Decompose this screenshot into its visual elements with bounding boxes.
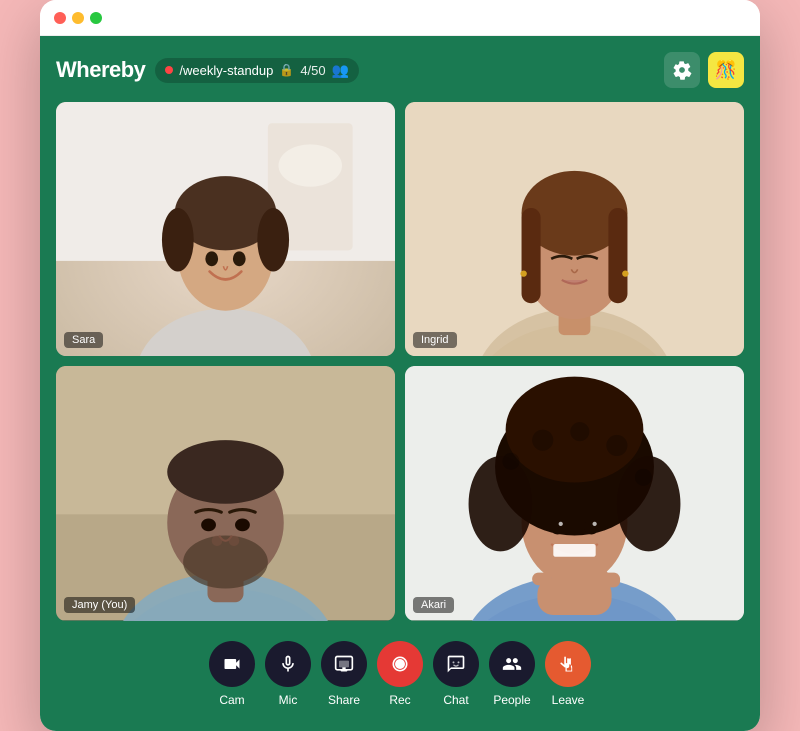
rec-button[interactable]: Rec [377,641,423,707]
leave-icon [558,654,578,674]
rec-icon-bg [377,641,423,687]
chat-label: Chat [443,693,468,707]
mic-label: Mic [279,693,298,707]
minimize-button[interactable] [72,12,84,24]
room-info: /weekly-standup 🔒 4/50 👥 [155,58,359,83]
sara-video [56,102,395,356]
video-tile-jamy: Jamy (You) [56,366,395,620]
jamy-video [56,366,395,620]
video-tile-ingrid: Ingrid [405,102,744,356]
people-count-icon: 👥 [332,62,349,79]
people-icon-bg [489,641,535,687]
participant-label-akari: Akari [413,597,454,613]
leave-label: Leave [552,693,585,707]
share-icon-bg [321,641,367,687]
header-left: Whereby /weekly-standup 🔒 4/50 👥 [56,57,359,83]
akari-video [405,366,744,620]
lock-icon: 🔒 [279,63,294,77]
participant-label-sara: Sara [64,332,103,348]
participant-label-jamy: Jamy (You) [64,597,135,613]
video-tile-sara: Sara [56,102,395,356]
avatar-emoji: 🎊 [715,60,737,81]
people-icon [502,654,522,674]
cam-button[interactable]: Cam [209,641,255,707]
video-grid: Sara [56,102,744,621]
live-indicator [165,66,173,74]
ingrid-video [405,102,744,356]
controls-bar: Cam Mic [56,637,744,715]
share-icon [334,654,354,674]
title-bar [40,0,760,36]
avatar-button[interactable]: 🎊 [708,52,744,88]
chat-icon [446,654,466,674]
logo: Whereby [56,57,145,83]
chat-icon-bg [433,641,479,687]
app-window: Whereby /weekly-standup 🔒 4/50 👥 🎊 [40,0,760,731]
maximize-button[interactable] [90,12,102,24]
traffic-lights [54,12,102,24]
mic-icon [278,654,298,674]
app-content: Whereby /weekly-standup 🔒 4/50 👥 🎊 [40,36,760,731]
leave-icon-bg [545,641,591,687]
cam-label: Cam [219,693,244,707]
rec-icon [390,654,410,674]
share-button[interactable]: Share [321,641,367,707]
close-button[interactable] [54,12,66,24]
share-label: Share [328,693,360,707]
cam-icon-bg [209,641,255,687]
cam-icon [222,654,242,674]
participant-label-ingrid: Ingrid [413,332,457,348]
room-name: /weekly-standup [179,63,273,78]
rec-label: Rec [389,693,410,707]
chat-button[interactable]: Chat [433,641,479,707]
participant-count: 4/50 [300,63,325,78]
mic-button[interactable]: Mic [265,641,311,707]
gear-icon [672,60,692,80]
header: Whereby /weekly-standup 🔒 4/50 👥 🎊 [56,52,744,88]
header-right: 🎊 [664,52,744,88]
people-button[interactable]: People [489,641,535,707]
people-label: People [493,693,530,707]
mic-icon-bg [265,641,311,687]
video-tile-akari: Akari [405,366,744,620]
leave-button[interactable]: Leave [545,641,591,707]
settings-button[interactable] [664,52,700,88]
